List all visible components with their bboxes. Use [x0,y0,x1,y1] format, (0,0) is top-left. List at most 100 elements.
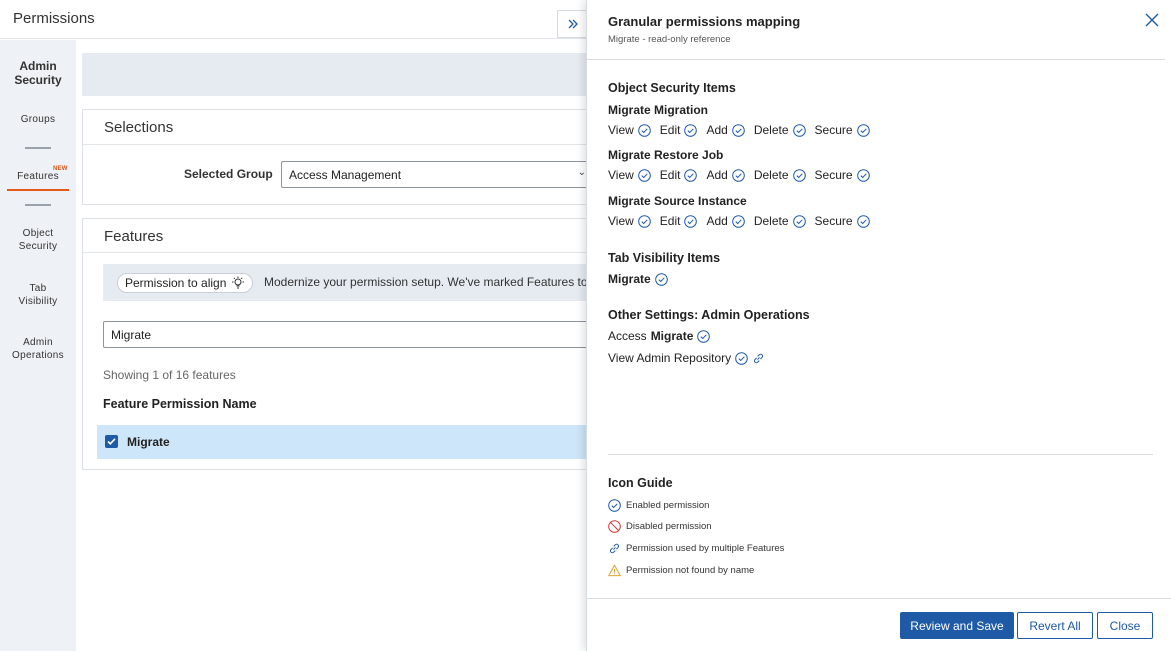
panel-divider [608,454,1153,455]
close-button[interactable]: Close [1097,612,1153,639]
permissions-mapping-panel: Granular permissions mapping Migrate - r… [586,0,1171,651]
review-and-save-button[interactable]: Review and Save [900,612,1014,639]
row-checkbox[interactable] [105,435,118,448]
perm-row: Access Migrate [608,329,719,343]
perm-label: Secure [814,214,853,228]
nav-item-object-security-line1: Object [22,228,54,239]
nav-item-tab-visibility[interactable]: Tab Visibility [0,282,76,308]
top-banner-strip [82,53,592,96]
nav-heading-line1: Admin [19,59,57,73]
perm-secure: Secure [815,168,870,182]
nav-item-tab-visibility-line1: Tab [29,283,47,294]
perm-label: Edit [659,168,681,182]
selected-group-select[interactable]: Access Management ⌄ [281,161,601,188]
search-value: Migrate [111,328,152,342]
perm-secure: Secure [815,214,870,228]
row-label: Migrate [127,435,170,449]
tab-visibility-item: Migrate [608,272,668,286]
check-circle-icon [697,329,711,343]
check-circle-icon [608,499,621,512]
nav-item-groups-label: Groups [20,114,56,125]
panel-divider [587,59,1165,60]
card-divider [83,252,592,253]
link-icon [754,353,764,363]
nav-item-tab-visibility-line2: Visibility [18,296,58,307]
panel-title: Granular permissions mapping [608,14,801,29]
nav-heading: Admin Security [0,59,76,87]
selections-title: Selections [104,119,174,136]
warning-icon [608,564,621,577]
perm-delete: Delete [754,123,806,137]
guide-enabled-label: Enabled permission [626,500,710,511]
features-card: Features Permission to align Modernize y… [82,218,603,470]
nav-item-admin-operations[interactable]: Admin Operations [0,336,76,362]
guide-disabled-label: Disabled permission [626,521,712,532]
perm-edit: Edit [660,168,698,182]
guide-multi-label: Permission used by multiple Features [626,543,785,554]
expand-panel-button[interactable] [557,10,587,38]
tab-visibility-title: Tab Visibility Items [608,251,721,265]
perm-label: Delete [753,123,789,137]
check-circle-icon [792,123,806,137]
object-item-title: Migrate Migration [608,103,709,117]
perm-label: Delete [753,214,789,228]
access-prefix: Access [608,329,647,343]
new-badge: NEW [53,166,68,172]
revert-all-button[interactable]: Revert All [1017,612,1093,639]
view-repo-label: View Admin Repository [608,351,732,365]
chevron-down-icon: ⌄ [577,167,586,178]
double-chevron-right-icon [568,19,578,29]
lightbulb-icon [232,276,245,289]
permission-align-pill[interactable]: Permission to align [117,273,254,293]
pill-label: Permission to align [125,276,227,290]
nav-item-admin-operations-line1: Admin [23,337,53,348]
feature-search-input[interactable]: Migrate [103,321,603,348]
check-circle-icon [792,214,806,228]
perm-label: Edit [659,214,681,228]
card-divider [83,144,592,145]
perm-row: View Edit Add Delete Secure [608,123,879,137]
access-item: Access Migrate [608,329,711,343]
perm-label: Secure [814,168,853,182]
guide-notfound-label: Permission not found by name [626,565,755,576]
perm-add: Add [706,123,745,137]
check-circle-icon [856,214,870,228]
perm-label: Add [706,214,728,228]
perm-view: View [608,214,651,228]
object-item-title: Migrate Restore Job [608,148,724,162]
perm-label: Secure [814,123,853,137]
perm-label: View [608,123,634,137]
check-circle-icon [732,123,745,137]
perm-add: Add [706,168,745,182]
table-row[interactable]: Migrate [97,425,597,459]
perm-view: View [608,123,651,137]
nav-item-groups[interactable]: Groups [0,113,76,126]
perm-view: View [608,168,651,182]
check-circle-icon [732,168,745,182]
guide-row-disabled: Disabled permission [608,520,712,533]
nav-item-object-security[interactable]: Object Security [0,227,76,253]
check-circle-icon [856,168,870,182]
other-settings-title: Other Settings: Admin Operations [608,308,810,322]
check-circle-icon [637,123,651,137]
column-header-feature-name: Feature Permission Name [103,397,257,411]
selected-group-label: Selected Group [184,167,273,181]
perm-label: View [608,168,634,182]
perm-edit: Edit [660,214,698,228]
panel-subtitle: Migrate - read-only reference [608,34,731,45]
perm-add: Add [706,214,745,228]
perm-row: View Edit Add Delete Secure [608,214,879,228]
access-name: Migrate [650,329,694,343]
guide-row-multi: Permission used by multiple Features [608,542,784,555]
object-security-title: Object Security Items [608,81,736,95]
perm-edit: Edit [660,123,698,137]
guide-row-notfound: Permission not found by name [608,564,754,577]
guide-row-enabled: Enabled permission [608,499,709,512]
close-icon[interactable] [1144,12,1160,28]
showing-count: Showing 1 of 16 features [103,368,236,382]
check-circle-icon [792,168,806,182]
selected-group-value: Access Management [289,168,402,182]
perm-row: View Edit Add Delete Secure [608,168,879,182]
check-circle-icon [637,214,651,228]
nav-active-indicator [7,189,69,191]
